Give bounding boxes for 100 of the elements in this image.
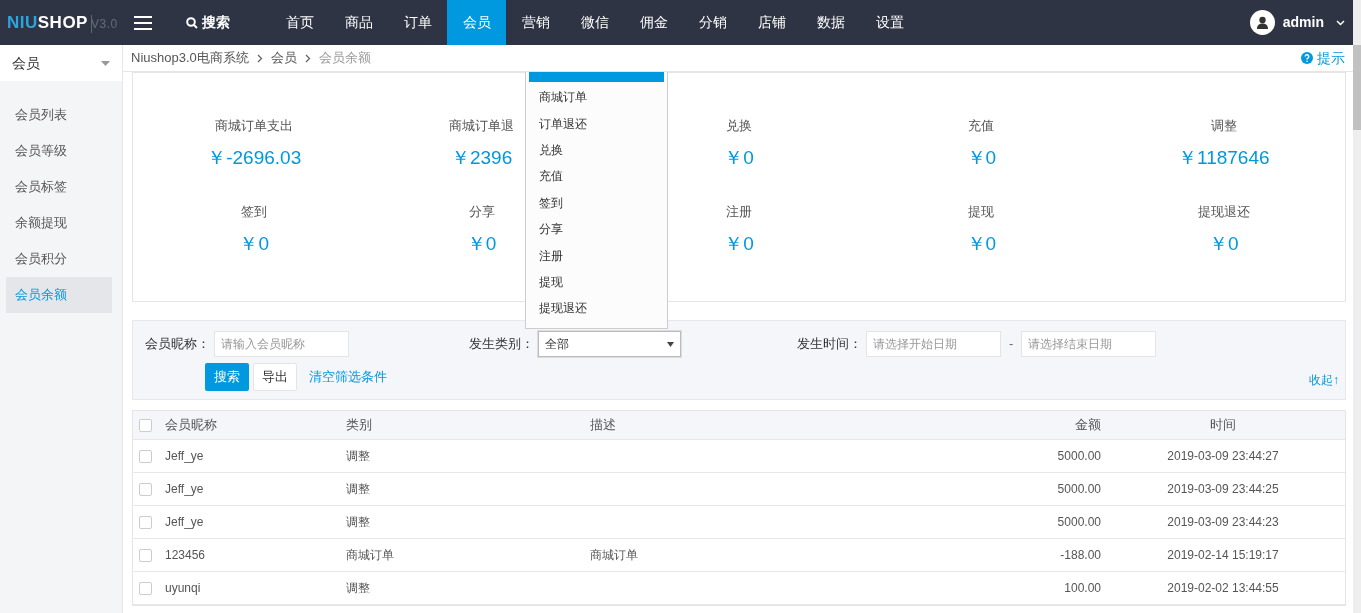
menu-icon[interactable] xyxy=(134,15,152,30)
stat-value: ￥0 xyxy=(1209,231,1239,256)
table-cell-text: 100.00 xyxy=(1063,580,1101,597)
nav-tab[interactable]: 分销 xyxy=(683,0,742,45)
caret-icon[interactable] xyxy=(1336,19,1345,26)
dropdown-option[interactable]: 分享 xyxy=(529,215,664,243)
breadcrumb-link[interactable]: 会员 xyxy=(270,48,297,68)
checkbox[interactable] xyxy=(139,418,152,432)
stat-value: ￥0 xyxy=(239,231,269,256)
avatar-icon[interactable] xyxy=(1249,10,1275,35)
column-header: 金额 xyxy=(1074,416,1101,435)
table-cell-text: 2019-03-09 23:44:25 xyxy=(1166,481,1280,498)
stat-value: ￥0 xyxy=(966,231,997,256)
table-cell-text: 商城订单 xyxy=(590,547,639,564)
table-cell-text: 调整 xyxy=(346,448,371,465)
field-label: 发生类别： xyxy=(469,335,534,354)
checkbox[interactable] xyxy=(139,482,152,496)
table-cell-text: uyunqi xyxy=(165,580,202,597)
user-name[interactable]: admin xyxy=(1282,12,1324,33)
table-cell-text: 调整 xyxy=(346,514,371,531)
breadcrumb-link[interactable]: Niushop3.0电商系统 xyxy=(131,48,249,68)
nav-tab[interactable]: 订单 xyxy=(388,0,447,45)
table-cell-text: 调整 xyxy=(346,481,371,498)
table-cell-text: 2019-02-02 13:44:55 xyxy=(1166,580,1280,597)
stat-label: 提现退还 xyxy=(1197,203,1250,221)
highlighted-option[interactable] xyxy=(529,72,664,82)
table-cell-text: 2019-03-09 23:44:23 xyxy=(1166,514,1280,531)
checkbox[interactable] xyxy=(139,449,152,463)
stat-value: ￥1187646 xyxy=(1178,145,1270,170)
export-button[interactable]: 导出 xyxy=(253,363,297,391)
search-button[interactable]: 搜索 xyxy=(186,12,230,33)
stat-label: 签到 xyxy=(241,203,268,221)
nav-tab[interactable]: 数据 xyxy=(801,0,860,45)
stat-label: 商城订单支出 xyxy=(215,117,294,135)
nav-tab[interactable]: 首页 xyxy=(270,0,329,45)
stat-value: ￥0 xyxy=(724,231,754,256)
stat-value: ￥0 xyxy=(724,145,754,170)
nav-tab[interactable]: 佣金 xyxy=(624,0,683,45)
table-cell-text: 123456 xyxy=(165,547,207,564)
table-cell-text: Jeff_ye xyxy=(165,514,205,531)
stat-label: 分享 xyxy=(468,203,495,221)
dropdown-option[interactable]: 兑换 xyxy=(529,136,664,164)
chevron-icon xyxy=(256,53,263,63)
end-date-field[interactable]: 请选择结束日期 xyxy=(1021,331,1157,357)
dropdown-option[interactable]: 签到 xyxy=(529,189,664,216)
table-cell-text: 5000.00 xyxy=(1056,448,1101,465)
nav-tab[interactable]: 店铺 xyxy=(742,0,801,45)
table-cell-text: -188.00 xyxy=(1059,547,1101,564)
caret-icon xyxy=(667,341,674,347)
chevron-icon xyxy=(304,53,311,63)
column-header: 会员昵称 xyxy=(165,416,218,435)
table-cell-text: 2019-03-09 23:44:27 xyxy=(1166,448,1280,465)
nav-tab[interactable]: 商品 xyxy=(329,0,388,45)
dropdown-option[interactable]: 提现退还 xyxy=(529,295,664,322)
stat-label: 充值 xyxy=(968,117,995,135)
column-header: 时间 xyxy=(1209,416,1237,435)
search-icon xyxy=(186,16,198,29)
stat-value: ￥2396 xyxy=(450,145,513,170)
nav-tab[interactable]: 设置 xyxy=(860,0,919,45)
table-cell-text: 2019-02-14 15:19:17 xyxy=(1166,547,1280,564)
type-select[interactable]: 全部 xyxy=(538,331,681,357)
dropdown-option[interactable]: 提现 xyxy=(529,268,664,296)
table-cell-text: 5000.00 xyxy=(1056,481,1101,498)
date-separator: - xyxy=(1009,335,1014,354)
stat-label: 提现 xyxy=(968,203,995,221)
scrollbar[interactable] xyxy=(1353,0,1361,613)
sidebar-item[interactable]: 余额提现 xyxy=(6,205,112,241)
scrollbar-thumb[interactable] xyxy=(1353,45,1361,130)
table-cell-text: Jeff_ye xyxy=(165,448,205,465)
dropdown-option[interactable]: 注册 xyxy=(529,242,664,269)
checkbox[interactable] xyxy=(139,548,152,562)
nav-tab[interactable]: 营销 xyxy=(506,0,565,45)
stat-label: 兑换 xyxy=(726,117,752,135)
sidebar-item[interactable]: 会员列表 xyxy=(6,97,112,133)
start-date-field[interactable]: 请选择开始日期 xyxy=(866,331,1001,357)
checkbox[interactable] xyxy=(139,581,152,595)
dropdown-option[interactable]: 商城订单 xyxy=(529,84,664,111)
stat-label: 调整 xyxy=(1210,117,1237,135)
dropdown-option[interactable]: 充值 xyxy=(529,163,664,190)
dropdown-option[interactable]: 订单退还 xyxy=(529,110,664,137)
nickname-field[interactable]: 请输入会员昵称 xyxy=(214,331,349,357)
column-header: 描述 xyxy=(590,416,617,435)
table-cell-text: 5000.00 xyxy=(1056,514,1101,531)
stat-value: ￥0 xyxy=(966,145,997,170)
sidebar-item[interactable]: 会员标签 xyxy=(6,169,112,205)
sidebar-item[interactable]: 会员等级 xyxy=(6,133,112,169)
sidebar-item[interactable]: 会员积分 xyxy=(6,241,112,277)
table-cell-text: 调整 xyxy=(346,580,371,597)
nav-tab[interactable]: 微信 xyxy=(565,0,624,45)
field-label: 发生时间： xyxy=(797,335,862,354)
sidebar-title: 会员 xyxy=(12,53,40,73)
table-cell-text: Jeff_ye xyxy=(165,481,205,498)
stat-label: 商城订单退 xyxy=(449,117,515,135)
field-label: 会员昵称： xyxy=(145,335,210,354)
stat-label: 注册 xyxy=(726,203,752,221)
checkbox[interactable] xyxy=(139,515,152,529)
column-header: 类别 xyxy=(346,416,373,435)
stat-value: ￥-2696.03 xyxy=(207,145,302,170)
table-cell-text: 商城订单 xyxy=(346,547,395,564)
stat-value: ￥0 xyxy=(466,231,497,256)
